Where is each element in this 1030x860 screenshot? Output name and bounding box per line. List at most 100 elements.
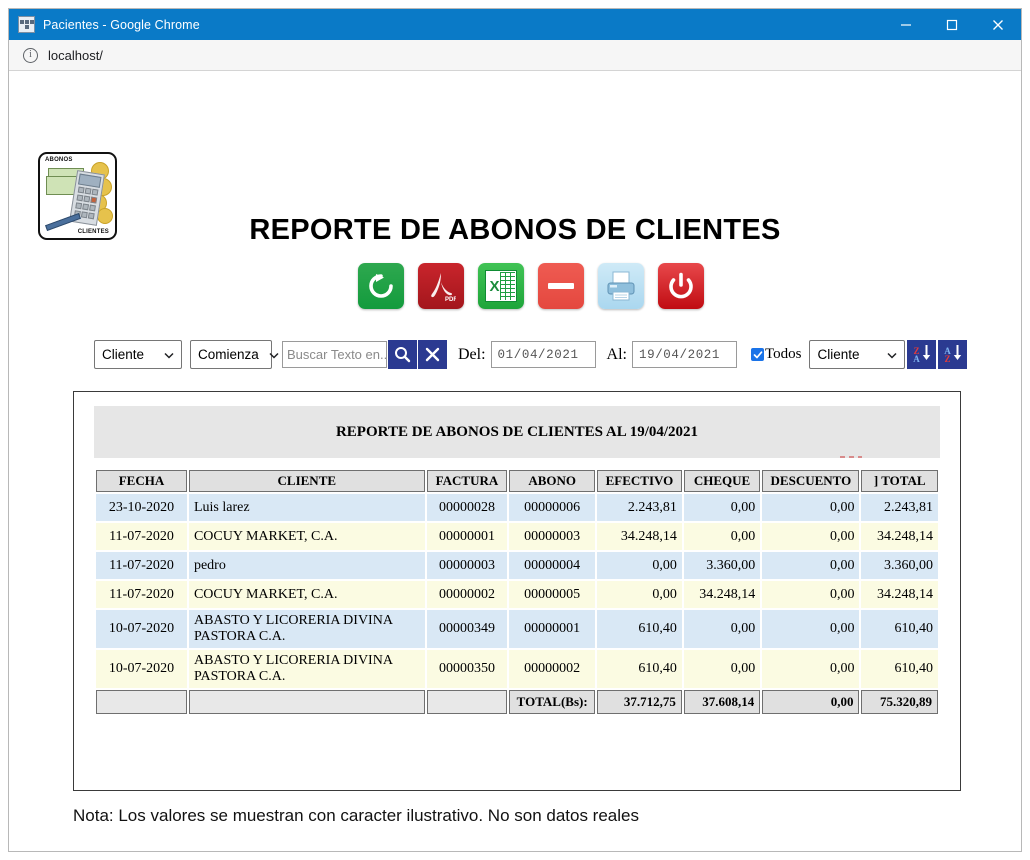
render-artifact (840, 456, 862, 458)
cell-cheque: 0,00 (683, 650, 761, 688)
excel-x-glyph: X (489, 277, 500, 295)
cell-total: 2.243,81 (861, 494, 938, 521)
minus-button[interactable] (538, 263, 584, 309)
cell-cliente: COCUY MARKET, C.A. (188, 523, 425, 550)
close-button[interactable] (975, 9, 1021, 40)
page-title: REPORTE DE ABONOS DE CLIENTES (249, 214, 781, 246)
sort-asc-bottom: Z (944, 353, 951, 364)
footer-note: Nota: Los valores se muestran con caract… (73, 806, 639, 825)
todos-checkbox-group[interactable]: Todos (751, 346, 801, 363)
column-header-cliente[interactable]: CLIENTE (188, 470, 425, 492)
title-bar: Pacientes - Google Chrome (9, 9, 1021, 40)
cell-efectivo: 0,00 (597, 581, 682, 608)
totals-descuento: 0,00 (762, 690, 860, 714)
order-select-value: Cliente (817, 347, 860, 362)
filter-bar: Cliente Comienza Buscar Texto en.. Del: … (94, 340, 968, 369)
site-info-icon[interactable]: i (23, 47, 38, 63)
cell-abono: 00000006 (509, 494, 596, 521)
excel-sheet-icon: X (485, 270, 517, 302)
search-button[interactable] (388, 340, 417, 369)
cell-descuento: 0,00 (762, 650, 860, 688)
cell-cheque: 0,00 (683, 610, 761, 648)
to-date-label: Al: (606, 345, 627, 363)
order-select[interactable]: Cliente (809, 340, 906, 369)
chevron-down-icon (887, 347, 897, 362)
table-row[interactable]: 10-07-2020 ABASTO Y LICORERIA DIVINA PAS… (96, 650, 938, 688)
cell-total: 34.248,14 (861, 581, 938, 608)
cell-descuento: 0,00 (762, 610, 860, 648)
table-row[interactable]: 11-07-2020 COCUY MARKET, C.A. 00000002 0… (96, 581, 938, 608)
svg-text:PDF: PDF (445, 297, 456, 302)
cell-efectivo: 34.248,14 (597, 523, 682, 550)
report-table-body: 23-10-2020 Luis larez 00000028 00000006 … (96, 494, 938, 714)
cell-cliente: Luis larez (188, 494, 425, 521)
column-header-cheque[interactable]: CHEQUE (683, 470, 761, 492)
cell-descuento: 0,00 (762, 581, 860, 608)
totals-cheque: 37.608,14 (683, 690, 761, 714)
cell-total: 610,40 (861, 610, 938, 648)
pdf-button[interactable]: PDF (418, 263, 464, 309)
from-date-input[interactable]: 01/04/2021 (490, 341, 596, 368)
cell-cheque: 0,00 (683, 523, 761, 550)
address-bar[interactable]: i localhost/ (9, 40, 1021, 71)
todos-label: Todos (765, 346, 802, 362)
cell-abono: 00000001 (509, 610, 596, 648)
totals-empty-fecha (96, 690, 187, 714)
minimize-button[interactable] (883, 9, 929, 40)
maximize-button[interactable] (929, 9, 975, 40)
cell-descuento: 0,00 (762, 552, 860, 579)
table-row[interactable]: 11-07-2020 COCUY MARKET, C.A. 00000001 0… (96, 523, 938, 550)
print-button[interactable] (598, 263, 644, 309)
table-header-row: FECHA CLIENTE FACTURA ABONO EFECTIVO CHE… (96, 470, 938, 492)
cell-factura: 00000003 (426, 552, 508, 579)
to-date-input[interactable]: 19/04/2021 (632, 341, 737, 368)
window-title: Pacientes - Google Chrome (43, 17, 200, 32)
column-header-efectivo[interactable]: EFECTIVO (597, 470, 682, 492)
search-input[interactable]: Buscar Texto en.. (282, 341, 387, 368)
app-favicon (18, 16, 35, 33)
column-header-factura[interactable]: FACTURA (426, 470, 508, 492)
column-header-descuento[interactable]: DESCUENTO (762, 470, 860, 492)
cell-descuento: 0,00 (762, 523, 860, 550)
window-controls (883, 9, 1021, 40)
column-header-total[interactable]: ] TOTAL (861, 470, 938, 492)
excel-button[interactable]: X (478, 263, 524, 309)
cell-cliente: ABASTO Y LICORERIA DIVINA PASTORA C.A. (188, 610, 425, 648)
cell-efectivo: 0,00 (597, 552, 682, 579)
cell-efectivo: 610,40 (597, 610, 682, 648)
sort-ascending-button[interactable]: A Z (938, 340, 968, 369)
cell-fecha: 10-07-2020 (96, 650, 187, 688)
condition-select[interactable]: Comienza (190, 340, 279, 369)
cell-total: 610,40 (861, 650, 938, 688)
table-row[interactable]: 11-07-2020 pedro 00000003 00000004 0,00 … (96, 552, 938, 579)
cell-factura: 00000001 (426, 523, 508, 550)
report-table-head: FECHA CLIENTE FACTURA ABONO EFECTIVO CHE… (96, 470, 938, 492)
table-row[interactable]: 10-07-2020 ABASTO Y LICORERIA DIVINA PAS… (96, 610, 938, 648)
chevron-down-icon (164, 347, 174, 362)
todos-checkbox[interactable] (751, 348, 764, 361)
report-panel: REPORTE DE ABONOS DE CLIENTES AL 19/04/2… (73, 391, 961, 791)
refresh-button[interactable] (358, 263, 404, 309)
cell-cheque: 34.248,14 (683, 581, 761, 608)
sort-descending-button[interactable]: Z A (907, 340, 937, 369)
sort-desc-bottom: A (913, 353, 920, 364)
search-group: Buscar Texto en.. (282, 340, 447, 369)
exit-button[interactable] (658, 263, 704, 309)
cell-abono: 00000002 (509, 650, 596, 688)
report-caption: REPORTE DE ABONOS DE CLIENTES AL 19/04/2… (94, 406, 940, 458)
browser-window: Pacientes - Google Chrome i localhost/ A… (8, 8, 1022, 852)
url-text[interactable]: localhost/ (48, 48, 103, 63)
cell-fecha: 11-07-2020 (96, 552, 187, 579)
cell-abono: 00000005 (509, 581, 596, 608)
column-header-fecha[interactable]: FECHA (96, 470, 187, 492)
clear-search-button[interactable] (418, 340, 447, 369)
arrow-down-icon (922, 343, 931, 366)
table-row[interactable]: 23-10-2020 Luis larez 00000028 00000006 … (96, 494, 938, 521)
from-date-label: Del: (458, 345, 486, 363)
field-select[interactable]: Cliente (94, 340, 182, 369)
cell-abono: 00000003 (509, 523, 596, 550)
totals-total: 75.320,89 (861, 690, 938, 714)
totals-efectivo: 37.712,75 (597, 690, 682, 714)
sort-asc-letters: A Z (944, 346, 951, 364)
column-header-abono[interactable]: ABONO (509, 470, 596, 492)
